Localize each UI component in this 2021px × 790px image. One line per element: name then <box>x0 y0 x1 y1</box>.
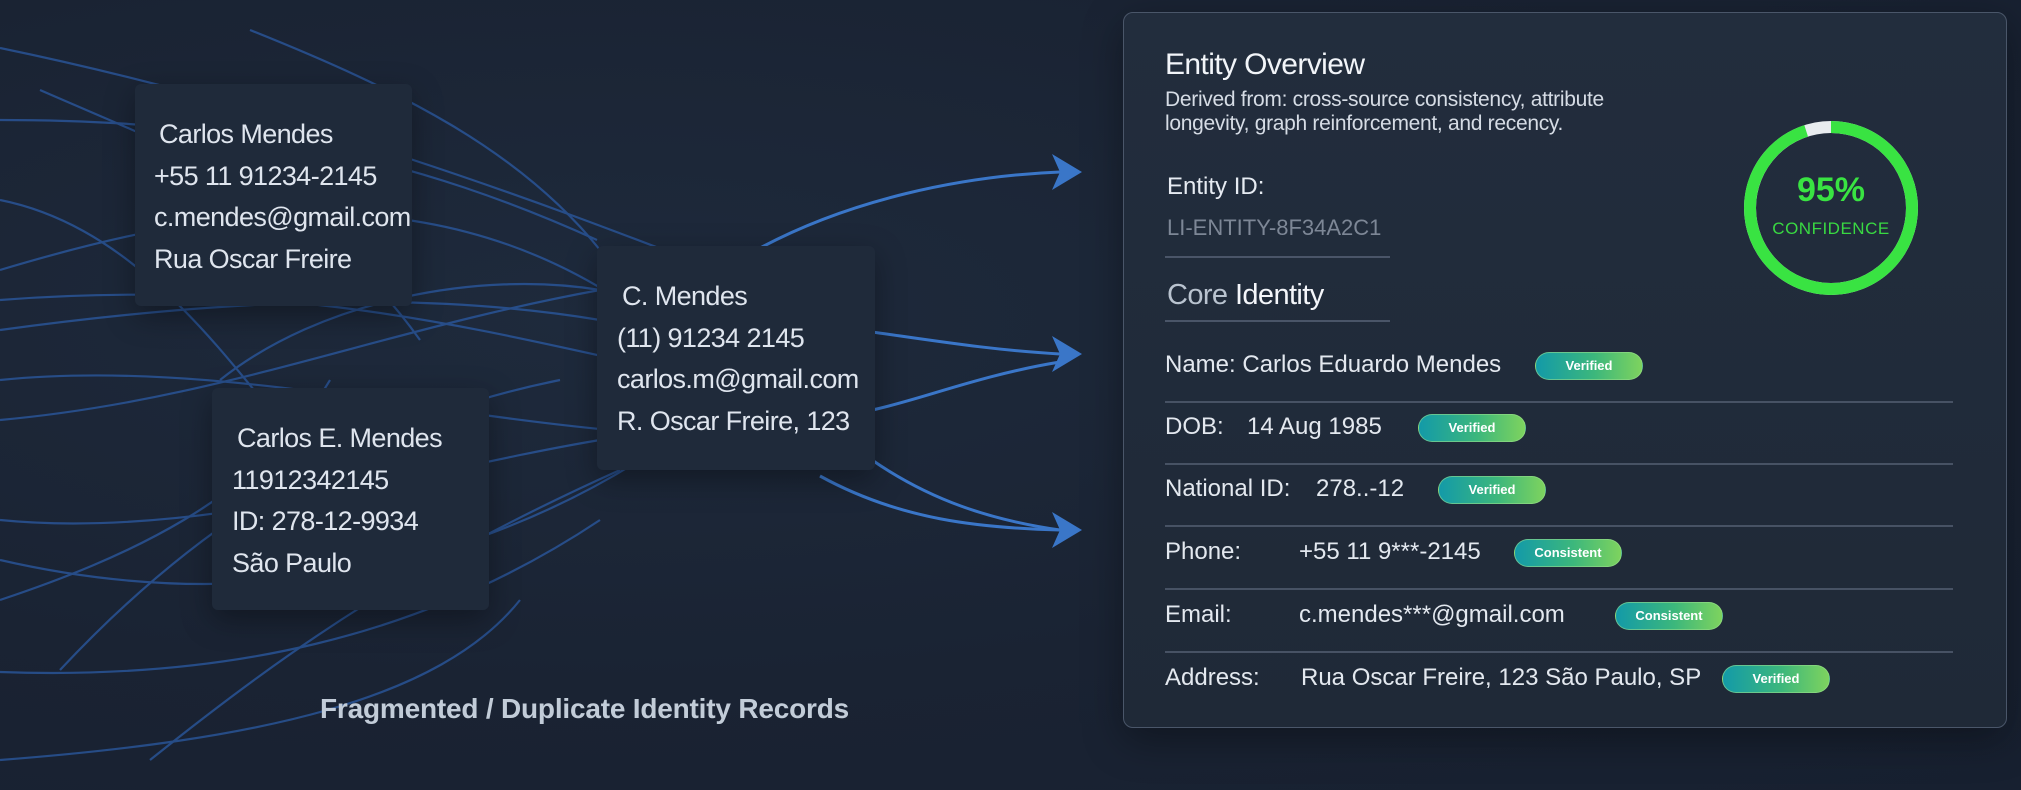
record-email: carlos.m@gmail.com <box>617 364 859 394</box>
confidence-percent: 95% <box>1796 171 1866 209</box>
confidence-label: CONFIDENCE <box>1772 219 1890 238</box>
panel-subtitle: Derived from: cross-source consistency, … <box>1165 88 1604 135</box>
verified-badge: Verified <box>1535 352 1643 380</box>
divider <box>1165 320 1390 322</box>
record-phone: (11) 91234 2145 <box>617 322 805 353</box>
identity-row-email: Email: c.mendes***@gmail.com Consistent <box>1165 591 1953 653</box>
verified-badge: Verified <box>1438 476 1546 504</box>
record-name: Carlos E. Mendes <box>237 423 443 453</box>
identity-record-card-1[interactable]: Carlos Mendes +55 11 91234-2145 c.mendes… <box>135 84 412 306</box>
identity-row-name: Name: Carlos Eduardo Mendes Verified <box>1165 341 1953 403</box>
row-label: Address: <box>1165 664 1260 691</box>
identity-row-national-id: National ID: 278..-12 Verified <box>1165 465 1953 527</box>
core-identity-word-1: Core <box>1167 279 1228 311</box>
row-value: 14 Aug 1985 <box>1247 413 1382 440</box>
row-divider <box>1165 588 1953 590</box>
identity-row-dob: DOB: 14 Aug 1985 Verified <box>1165 403 1953 465</box>
records-caption: Fragmented / Duplicate Identity Records <box>320 693 849 724</box>
divider <box>1165 256 1390 258</box>
verified-badge: Verified <box>1418 414 1526 442</box>
record-address: R. Oscar Freire, 123 <box>617 405 850 436</box>
record-id: ID: 278-12-9934 <box>232 506 419 536</box>
verified-badge: Verified <box>1722 665 1830 693</box>
row-value: c.mendes***@gmail.com <box>1299 601 1565 628</box>
row-value: +55 11 9***-2145 <box>1299 538 1481 565</box>
record-email: c.mendes@gmail.com <box>154 202 411 232</box>
core-identity-heading: Core Identity <box>1167 279 1324 312</box>
record-name: Carlos Mendes <box>159 119 333 149</box>
identity-row-address: Address: Rua Oscar Freire, 123 São Paulo… <box>1165 654 1953 716</box>
row-divider <box>1165 651 1953 653</box>
entity-id-label: Entity ID: <box>1167 173 1265 200</box>
identity-row-phone: Phone: +55 11 9***-2145 Consistent <box>1165 528 1953 590</box>
core-identity-word-2: Identity <box>1234 279 1324 311</box>
row-label: National ID: <box>1165 475 1291 502</box>
record-city: São Paulo <box>232 547 352 578</box>
row-label: Email: <box>1165 601 1232 628</box>
record-phone: 11912342145 <box>232 464 389 495</box>
consistent-badge: Consistent <box>1514 539 1622 567</box>
record-name: C. Mendes <box>622 281 748 311</box>
record-address: Rua Oscar Freire <box>154 243 352 274</box>
row-value: Rua Oscar Freire, 123 São Paulo, SP <box>1301 664 1702 691</box>
entity-id-value[interactable]: LI-ENTITY-8F34A2C1 <box>1167 215 1381 241</box>
identity-record-card-2[interactable]: C. Mendes (11) 91234 2145 carlos.m@gmail… <box>597 246 875 470</box>
row-label: Name: Carlos Eduardo Mendes <box>1165 351 1502 378</box>
row-label: DOB: <box>1165 413 1224 440</box>
panel-title: Entity Overview <box>1165 48 1365 81</box>
identity-record-card-3[interactable]: Carlos E. Mendes 11912342145 ID: 278-12-… <box>212 388 489 610</box>
record-phone: +55 11 91234-2145 <box>154 160 377 191</box>
consistent-badge: Consistent <box>1615 602 1723 630</box>
entity-overview-panel: Entity Overview Derived from: cross-sour… <box>1123 12 2007 728</box>
row-label: Phone: <box>1165 538 1242 565</box>
row-divider <box>1165 525 1953 527</box>
row-value: 278..-12 <box>1316 475 1405 502</box>
